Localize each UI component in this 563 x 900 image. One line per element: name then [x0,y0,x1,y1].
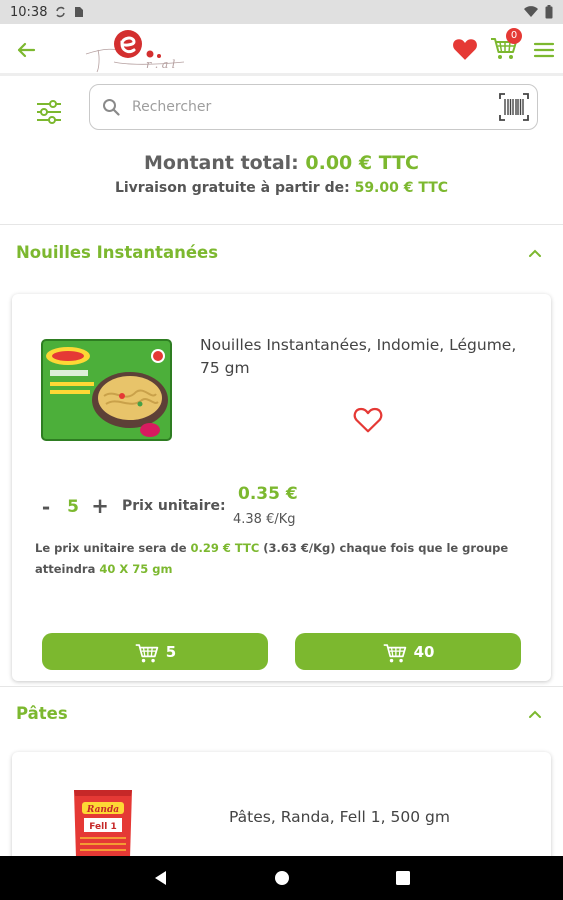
svg-text:r . a l: r . a l [146,58,176,71]
barcode-icon[interactable] [498,91,530,123]
quantity-value: 5 [67,497,79,517]
cart-icon [135,643,159,662]
unit-price-label: Prix unitaire: [122,498,226,514]
delivery-label: Livraison gratuite à partir de: [114,180,355,196]
nav-back-icon[interactable] [152,869,170,887]
brand-logo: r . a l [85,30,185,73]
section-title: Pâtes [16,704,68,723]
svg-text:Fell 1: Fell 1 [89,822,116,832]
quantity-decrease-button[interactable]: - [38,496,54,518]
app-bar: r . a l 0 [0,24,563,76]
search-icon [103,99,120,116]
section-title: Nouilles Instantanées [16,243,219,262]
add-to-cart-button[interactable]: 5 [42,633,268,670]
promo-price: 0.29 € TTC [190,541,260,555]
promo-prefix: Le prix unitaire sera de [35,541,191,555]
add-to-cart-quantity: 5 [165,642,177,661]
status-bar: 10:38 [0,0,563,24]
product-name: Nouilles Instantanées, Indomie, Légume, … [200,336,517,377]
filter-icon[interactable] [35,98,63,126]
cart-count-badge: 0 [506,28,522,44]
total-amount: Montant total: 0.00 € TTC [0,152,563,174]
product-name: Pâtes, Randa, Fell 1, 500 gm [229,808,450,826]
status-time: 10:38 [10,4,48,20]
product-image[interactable]: Randa Fell 1 [68,786,138,858]
section-header-pates[interactable]: Pâtes [0,686,563,742]
product-card: Nouilles Instantanées, Indomie, Légume, … [12,294,551,681]
svg-text:Randa: Randa [86,805,119,815]
quantity-increase-button[interactable]: + [90,495,110,517]
nav-recents-icon[interactable] [394,869,412,887]
battery-icon [545,5,553,19]
search-bar[interactable] [89,84,538,130]
section-header-nouilles[interactable]: Nouilles Instantanées [0,225,563,281]
chevron-up-icon[interactable] [527,245,543,261]
menu-icon[interactable] [533,39,555,61]
search-input[interactable] [132,91,482,123]
wifi-icon [524,6,538,18]
heart-icon[interactable] [452,36,478,62]
sync-status-icon [56,6,66,18]
product-image[interactable] [40,338,173,442]
unit-price-per-kg: 4.38 €/Kg [233,512,296,527]
group-price-notice: Le prix unitaire sera de 0.29 € TTC (3.6… [35,538,531,580]
total-label: Montant total: [143,152,306,174]
add-group-quantity: 40 [413,642,435,661]
back-arrow-icon[interactable] [12,36,40,64]
sim-card-icon [75,7,84,17]
favorite-heart-icon[interactable] [353,406,383,434]
system-navigation-bar [0,856,563,900]
order-totals: Montant total: 0.00 € TTC Livraison grat… [0,152,563,196]
free-delivery-threshold: Livraison gratuite à partir de: 59.00 € … [0,180,563,196]
add-group-to-cart-button[interactable]: 40 [295,633,521,670]
promo-group: 40 X 75 gm [99,562,173,576]
unit-price: 0.35 € [238,484,298,504]
cart-icon [383,643,406,662]
total-value: 0.00 € TTC [305,152,420,174]
delivery-value: 59.00 € TTC [354,180,449,196]
nav-home-icon[interactable] [273,869,291,887]
chevron-up-icon[interactable] [527,706,543,722]
